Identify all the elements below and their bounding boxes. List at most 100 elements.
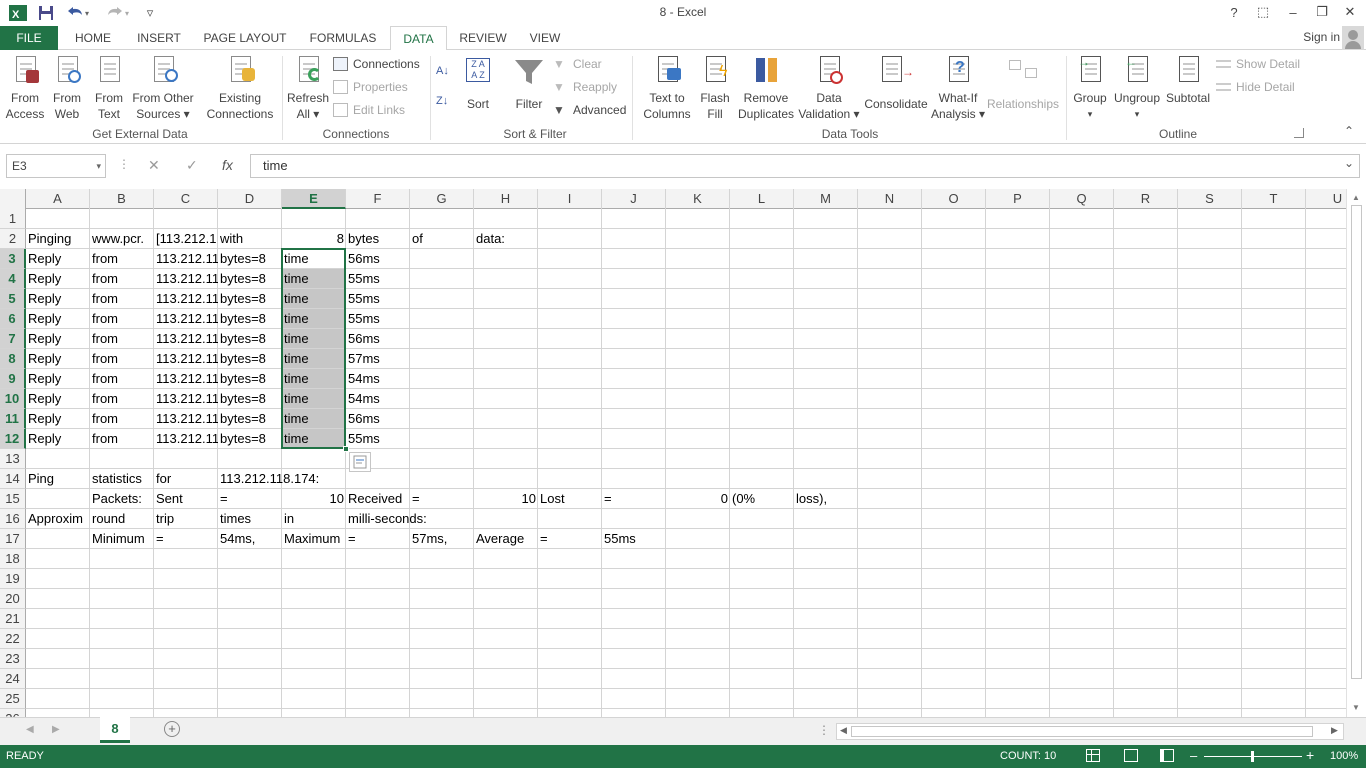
zoom-in-button[interactable]: + <box>1306 747 1314 763</box>
cell-b4[interactable]: from <box>90 269 154 289</box>
scroll-right-icon[interactable]: ▶ <box>1331 725 1338 736</box>
scroll-up-icon[interactable]: ▲ <box>1352 193 1360 202</box>
cell-h2[interactable]: data: <box>474 229 538 249</box>
row-header-23[interactable]: 23 <box>0 649 26 669</box>
cell-a11[interactable]: Reply <box>26 409 90 429</box>
tab-splitter-icon[interactable]: ⋮ <box>818 723 830 737</box>
zoom-slider[interactable] <box>1204 751 1302 762</box>
row-header-6[interactable]: 6 <box>0 309 26 329</box>
horizontal-scrollbar[interactable]: ◀ ▶ <box>836 723 1344 740</box>
column-header-m[interactable]: M <box>794 189 858 209</box>
column-header-o[interactable]: O <box>922 189 986 209</box>
cell-a3[interactable]: Reply <box>26 249 90 269</box>
row-header-9[interactable]: 9 <box>0 369 26 389</box>
cell-a7[interactable]: Reply <box>26 329 90 349</box>
add-sheet-icon[interactable]: + <box>164 721 180 737</box>
cell-c9[interactable]: 113.212.11 <box>154 369 218 389</box>
formula-bar-splitter[interactable]: ⋮ <box>118 157 130 171</box>
cell-j17[interactable]: 55ms <box>602 529 666 549</box>
expand-formula-bar-icon[interactable]: ⌄ <box>1344 156 1354 170</box>
quick-analysis-icon[interactable] <box>349 452 371 472</box>
cell-b11[interactable]: from <box>90 409 154 429</box>
cell-g2[interactable]: of <box>410 229 474 249</box>
remove-duplicates-button[interactable]: Remove Duplicates <box>738 54 794 122</box>
from-other-sources-button[interactable]: From Other Sources ▾ <box>130 54 196 122</box>
cell-b7[interactable]: from <box>90 329 154 349</box>
cell-c7[interactable]: 113.212.11 <box>154 329 218 349</box>
cell-h17[interactable]: Average <box>474 529 538 549</box>
cell-f9[interactable]: 54ms <box>346 369 410 389</box>
column-header-l[interactable]: L <box>730 189 794 209</box>
cell-f5[interactable]: 55ms <box>346 289 410 309</box>
cell-d3[interactable]: bytes=8 <box>218 249 282 269</box>
row-header-19[interactable]: 19 <box>0 569 26 589</box>
cell-b3[interactable]: from <box>90 249 154 269</box>
cell-a6[interactable]: Reply <box>26 309 90 329</box>
column-header-d[interactable]: D <box>218 189 282 209</box>
cell-c6[interactable]: 113.212.11 <box>154 309 218 329</box>
column-header-g[interactable]: G <box>410 189 474 209</box>
cell-b15[interactable]: Packets: <box>90 489 154 509</box>
cell-f4[interactable]: 55ms <box>346 269 410 289</box>
cell-b5[interactable]: from <box>90 289 154 309</box>
scroll-left-icon[interactable]: ◀ <box>840 725 847 736</box>
cell-f8[interactable]: 57ms <box>346 349 410 369</box>
row-header-20[interactable]: 20 <box>0 589 26 609</box>
cell-a10[interactable]: Reply <box>26 389 90 409</box>
cell-f11[interactable]: 56ms <box>346 409 410 429</box>
page-break-view-icon[interactable] <box>1160 749 1174 762</box>
formula-input[interactable]: time <box>250 154 1360 178</box>
cell-g17[interactable]: 57ms, <box>410 529 474 549</box>
sign-in-link[interactable]: Sign in <box>1303 30 1340 44</box>
scroll-down-icon[interactable]: ▼ <box>1352 703 1360 712</box>
row-header-12[interactable]: 12 <box>0 429 26 449</box>
cell-f17[interactable]: = <box>346 529 410 549</box>
cell-b12[interactable]: from <box>90 429 154 449</box>
column-header-k[interactable]: K <box>666 189 730 209</box>
cell-c4[interactable]: 113.212.11 <box>154 269 218 289</box>
what-if-analysis-button[interactable]: ? What-If Analysis ▾ <box>930 54 986 122</box>
row-header-15[interactable]: 15 <box>0 489 26 509</box>
collapse-ribbon-icon[interactable]: ⌃ <box>1344 124 1354 138</box>
column-header-c[interactable]: C <box>154 189 218 209</box>
cell-f16[interactable]: milli-seconds: <box>346 509 474 529</box>
cell-c15[interactable]: Sent <box>154 489 218 509</box>
column-header-f[interactable]: F <box>346 189 410 209</box>
row-header-22[interactable]: 22 <box>0 629 26 649</box>
cell-c3[interactable]: 113.212.11 <box>154 249 218 269</box>
cell-a2[interactable]: Pinging <box>26 229 90 249</box>
row-header-25[interactable]: 25 <box>0 689 26 709</box>
cell-d2[interactable]: with <box>218 229 282 249</box>
close-button[interactable]: ✕ <box>1336 2 1364 22</box>
from-access-button[interactable]: From Access <box>4 54 46 122</box>
from-web-button[interactable]: From Web <box>48 54 86 122</box>
column-header-j[interactable]: J <box>602 189 666 209</box>
name-box[interactable]: E3 ▾ <box>6 154 106 178</box>
cell-d17[interactable]: 54ms, <box>218 529 282 549</box>
cell-c5[interactable]: 113.212.11 <box>154 289 218 309</box>
cell-d8[interactable]: bytes=8 <box>218 349 282 369</box>
row-header-5[interactable]: 5 <box>0 289 26 309</box>
tab-formulas[interactable]: FORMULAS <box>302 26 384 50</box>
cell-f10[interactable]: 54ms <box>346 389 410 409</box>
cell-a16[interactable]: Approxim <box>26 509 90 529</box>
row-header-16[interactable]: 16 <box>0 509 26 529</box>
cell-b14[interactable]: statistics <box>90 469 154 489</box>
data-validation-button[interactable]: Data Validation ▾ <box>798 54 860 122</box>
filter-button[interactable]: Filter <box>510 54 548 112</box>
cell-d5[interactable]: bytes=8 <box>218 289 282 309</box>
cell-c14[interactable]: for <box>154 469 218 489</box>
cell-a4[interactable]: Reply <box>26 269 90 289</box>
next-sheet-icon[interactable]: ▶ <box>52 724 60 735</box>
column-header-q[interactable]: Q <box>1050 189 1114 209</box>
help-button[interactable]: ? <box>1220 2 1248 22</box>
cell-f15[interactable]: Received <box>346 489 410 509</box>
consolidate-button[interactable]: → Consolidate <box>862 54 930 112</box>
cell-a14[interactable]: Ping <box>26 469 90 489</box>
cell-l15[interactable]: (0% <box>730 489 794 509</box>
row-header-13[interactable]: 13 <box>0 449 26 469</box>
tab-data[interactable]: DATA <box>390 26 447 51</box>
cell-m15[interactable]: loss), <box>794 489 858 509</box>
row-header-7[interactable]: 7 <box>0 329 26 349</box>
from-text-button[interactable]: From Text <box>90 54 128 122</box>
